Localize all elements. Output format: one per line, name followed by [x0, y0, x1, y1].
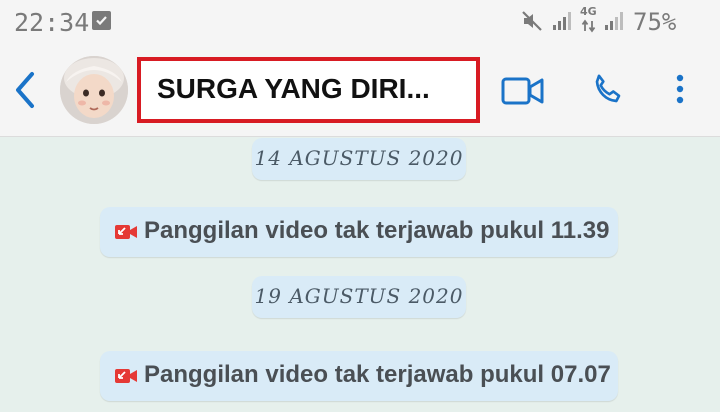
more-vert-icon	[676, 74, 684, 104]
date-label: 19 AGUSTUS 2020	[254, 284, 464, 308]
phone-icon	[595, 74, 621, 103]
chat-header: SURGA YANG DIRI...	[0, 44, 720, 137]
more-options-button[interactable]	[670, 70, 690, 110]
missed-call-notice[interactable]: Panggilan video tak terjawab pukul 07.07	[100, 351, 618, 401]
missed-video-call-icon	[114, 366, 138, 390]
date-label: 14 AGUSTUS 2020	[254, 146, 464, 170]
avatar[interactable]	[60, 56, 128, 124]
signal-strength-icon	[604, 10, 626, 36]
contact-name: SURGA YANG DIRI...	[157, 73, 430, 104]
contact-name-highlight[interactable]: SURGA YANG DIRI...	[137, 57, 480, 123]
mute-icon	[520, 9, 544, 37]
chevron-left-icon	[16, 72, 34, 108]
signal-strength-icon	[552, 10, 574, 36]
back-button[interactable]	[10, 68, 40, 112]
network-type: 4G	[580, 5, 597, 18]
video-camera-icon	[501, 77, 544, 105]
missed-video-call-icon	[114, 222, 138, 246]
avatar-image	[60, 56, 128, 124]
voice-call-button[interactable]	[588, 70, 628, 110]
status-bar: 22:34 4G 75%	[0, 0, 720, 44]
status-time: 22:34	[14, 8, 90, 37]
video-call-button[interactable]	[500, 74, 546, 108]
missed-call-text: Panggilan video tak terjawab pukul 11.39	[144, 217, 610, 244]
date-separator: 19 AGUSTUS 2020	[252, 276, 466, 318]
battery-percentage: 75%	[633, 8, 677, 36]
missed-call-text: Panggilan video tak terjawab pukul 07.07	[144, 361, 611, 388]
checkbox-notification-icon	[92, 11, 111, 30]
data-arrows-icon	[581, 18, 597, 37]
date-separator: 14 AGUSTUS 2020	[252, 138, 466, 180]
missed-call-notice[interactable]: Panggilan video tak terjawab pukul 11.39	[100, 207, 618, 257]
